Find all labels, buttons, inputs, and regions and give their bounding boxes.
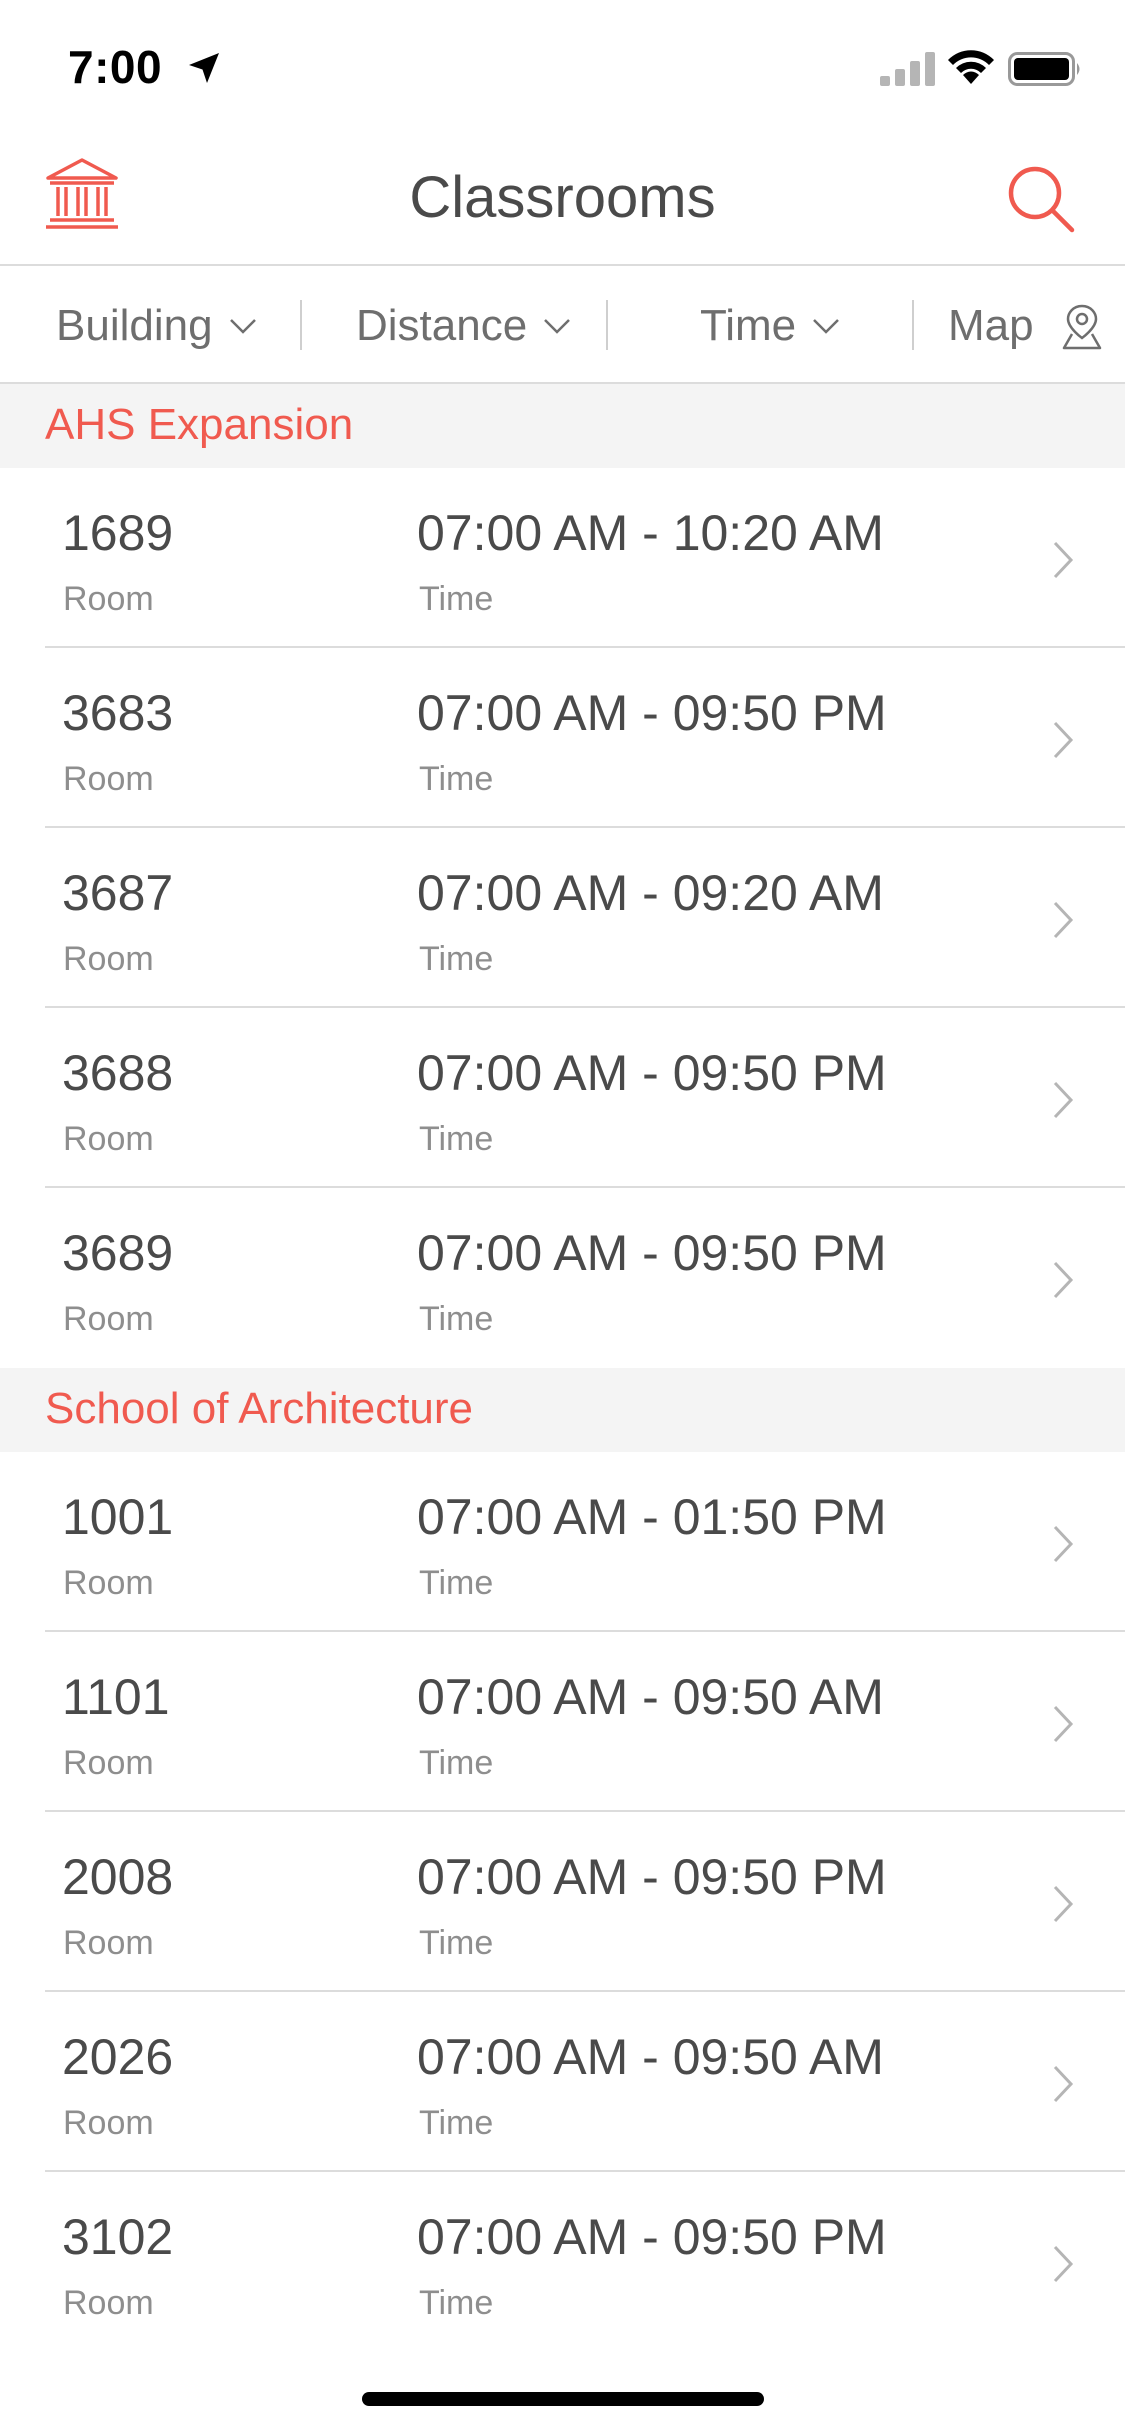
time-range: 07:00 AM - 09:50 AM xyxy=(417,1669,884,1725)
time-label: Time xyxy=(419,2104,494,2142)
time-label: Time xyxy=(419,2284,494,2322)
time-label: Time xyxy=(419,1744,494,1782)
time-label: Time xyxy=(419,1300,494,1338)
cellular-signal-icon xyxy=(880,52,935,86)
time-range: 07:00 AM - 09:50 PM xyxy=(417,1225,887,1281)
classroom-row[interactable]: 3689 Room 07:00 AM - 09:50 PM Time xyxy=(0,1188,1125,1368)
room-label: Room xyxy=(63,2284,154,2322)
time-label: Time xyxy=(419,1564,494,1602)
chevron-right-icon xyxy=(1053,1081,1074,1119)
classroom-row[interactable]: 3683 Room 07:00 AM - 09:50 PM Time xyxy=(0,648,1125,828)
time-range: 07:00 AM - 09:50 PM xyxy=(417,685,887,741)
time-range: 07:00 AM - 09:50 PM xyxy=(417,1849,887,1905)
wifi-icon xyxy=(948,50,994,84)
room-number: 1689 xyxy=(62,505,174,561)
section-header: School of Architecture xyxy=(0,1368,1125,1452)
room-label: Room xyxy=(63,940,154,978)
filter-divider xyxy=(912,300,914,350)
chevron-down-icon xyxy=(229,319,256,334)
room-number: 3683 xyxy=(62,685,174,741)
time-label: Time xyxy=(419,1924,494,1962)
time-label: Time xyxy=(419,940,494,978)
chevron-right-icon xyxy=(1053,721,1074,759)
room-label: Room xyxy=(63,1744,154,1782)
search-icon[interactable] xyxy=(1006,164,1076,234)
chevron-right-icon xyxy=(1053,1261,1074,1299)
distance-filter-label: Distance xyxy=(356,301,528,350)
classroom-row[interactable]: 3688 Room 07:00 AM - 09:50 PM Time xyxy=(0,1008,1125,1188)
filter-bar: Building Distance Time Map xyxy=(0,268,1125,384)
room-label: Room xyxy=(63,1300,154,1338)
chevron-right-icon xyxy=(1053,901,1074,939)
time-label: Time xyxy=(419,580,494,618)
room-label: Room xyxy=(63,1120,154,1158)
classroom-row[interactable]: 1101 Room 07:00 AM - 09:50 AM Time xyxy=(0,1632,1125,1812)
room-label: Room xyxy=(63,2104,154,2142)
room-number: 3687 xyxy=(62,865,174,921)
room-number: 1001 xyxy=(62,1489,174,1545)
location-arrow-icon xyxy=(189,53,219,83)
filter-divider xyxy=(300,300,302,350)
time-range: 07:00 AM - 09:50 AM xyxy=(417,2029,884,2085)
time-filter[interactable]: Time xyxy=(700,268,840,384)
room-number: 2008 xyxy=(62,1849,174,1905)
chevron-right-icon xyxy=(1053,1885,1074,1923)
time-range: 07:00 AM - 01:50 PM xyxy=(417,1489,887,1545)
map-pin-icon xyxy=(1062,304,1101,350)
classroom-row[interactable]: 1689 Room 07:00 AM - 10:20 AM Time xyxy=(0,468,1125,648)
chevron-down-icon xyxy=(813,319,840,334)
building-filter-label: Building xyxy=(56,301,213,350)
battery-icon xyxy=(1008,52,1080,86)
map-button[interactable]: Map xyxy=(948,268,1102,384)
room-label: Room xyxy=(63,1564,154,1602)
map-button-label: Map xyxy=(948,301,1034,350)
time-label: Time xyxy=(419,1120,494,1158)
time-range: 07:00 AM - 09:50 PM xyxy=(417,2209,887,2265)
section-title: AHS Expansion xyxy=(45,400,354,449)
distance-filter[interactable]: Distance xyxy=(356,268,571,384)
navigation-bar: Classrooms xyxy=(0,132,1125,266)
room-number: 2026 xyxy=(62,2029,174,2085)
room-number: 3688 xyxy=(62,1045,174,1101)
time-label: Time xyxy=(419,760,494,798)
classroom-row[interactable]: 3102 Room 07:00 AM - 09:50 PM Time xyxy=(0,2172,1125,2352)
status-time: 7:00 xyxy=(68,41,163,93)
chevron-right-icon xyxy=(1053,1705,1074,1743)
home-indicator[interactable] xyxy=(362,2392,764,2406)
time-range: 07:00 AM - 09:50 PM xyxy=(417,1045,887,1101)
status-bar: 7:00 xyxy=(0,0,1125,132)
time-range: 07:00 AM - 10:20 AM xyxy=(417,505,884,561)
chevron-right-icon xyxy=(1053,2245,1074,2283)
chevron-right-icon xyxy=(1053,2065,1074,2103)
filter-divider xyxy=(606,300,608,350)
time-filter-label: Time xyxy=(700,301,797,350)
time-range: 07:00 AM - 09:20 AM xyxy=(417,865,884,921)
classroom-row[interactable]: 2008 Room 07:00 AM - 09:50 PM Time xyxy=(0,1812,1125,1992)
chevron-down-icon xyxy=(544,319,571,334)
room-number: 1101 xyxy=(62,1669,170,1725)
section-header: AHS Expansion xyxy=(0,384,1125,468)
chevron-right-icon xyxy=(1053,541,1074,579)
classroom-row[interactable]: 1001 Room 07:00 AM - 01:50 PM Time xyxy=(0,1452,1125,1632)
room-number: 3102 xyxy=(62,2209,174,2265)
room-label: Room xyxy=(63,580,154,618)
classroom-row[interactable]: 2026 Room 07:00 AM - 09:50 AM Time xyxy=(0,1992,1125,2172)
page-title: Classrooms xyxy=(409,165,716,230)
classroom-row[interactable]: 3687 Room 07:00 AM - 09:20 AM Time xyxy=(0,828,1125,1008)
room-label: Room xyxy=(63,760,154,798)
chevron-right-icon xyxy=(1053,1525,1074,1563)
building-filter[interactable]: Building xyxy=(56,268,257,384)
room-label: Room xyxy=(63,1924,154,1962)
room-number: 3689 xyxy=(62,1225,174,1281)
section-title: School of Architecture xyxy=(45,1384,474,1433)
